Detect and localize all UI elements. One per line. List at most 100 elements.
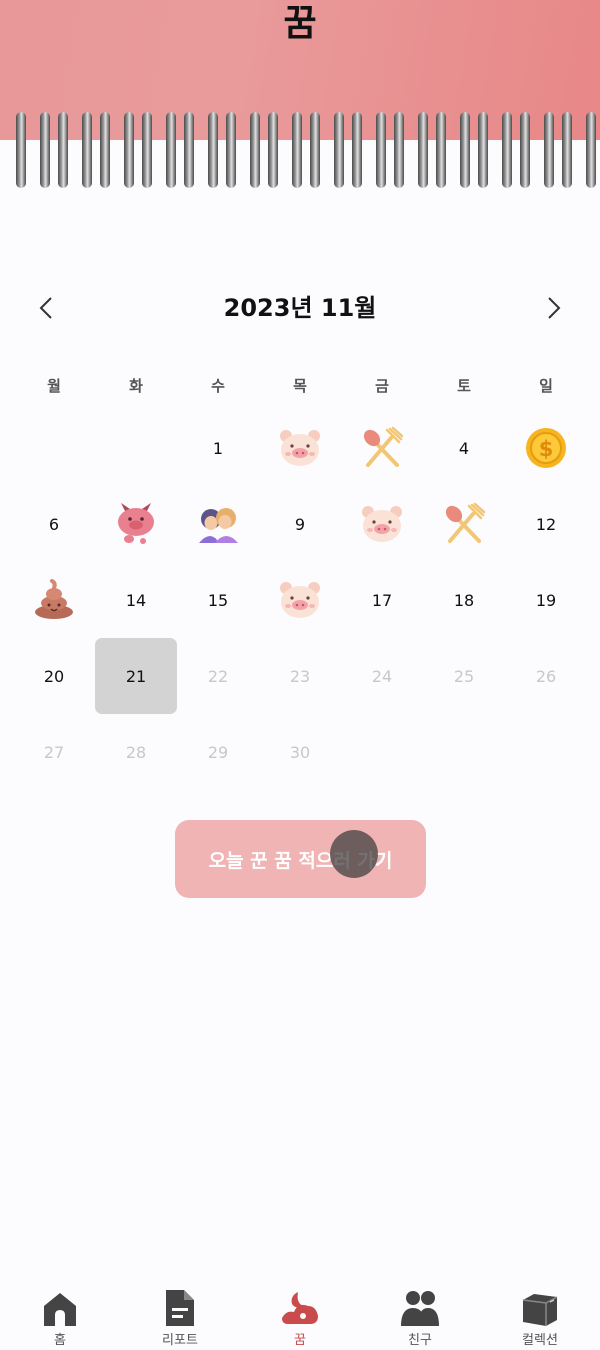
day-number: 9 bbox=[294, 514, 306, 534]
page-title: 꿈 bbox=[283, 3, 317, 44]
calendar-day[interactable]: 6 bbox=[13, 486, 95, 562]
binding-ring bbox=[478, 112, 512, 188]
nav-label: 리포트 bbox=[162, 1333, 198, 1348]
calendar-day[interactable] bbox=[341, 410, 423, 486]
calendar-day-future: 27 bbox=[13, 714, 95, 790]
calendar-day-future: 22 bbox=[177, 638, 259, 714]
pig-icon bbox=[277, 425, 323, 471]
calendar-day-future: 24 bbox=[341, 638, 423, 714]
weekday-label: 일 bbox=[539, 377, 553, 395]
calendar-day-future: 29 bbox=[177, 714, 259, 790]
calendar-day[interactable]: 9 bbox=[259, 486, 341, 562]
nav-item-report[interactable]: 리포트 bbox=[120, 1286, 240, 1349]
day-number: 6 bbox=[48, 514, 60, 534]
calendar-day[interactable]: 17 bbox=[341, 562, 423, 638]
calendar-day[interactable]: 20 bbox=[13, 638, 95, 714]
collection-icon bbox=[522, 1294, 558, 1326]
calendar-day[interactable] bbox=[177, 486, 259, 562]
calendar-day[interactable]: 14 bbox=[95, 562, 177, 638]
month-title: 2023년 11월 bbox=[223, 294, 377, 322]
calendar-day[interactable] bbox=[95, 486, 177, 562]
day-number: 12 bbox=[535, 514, 557, 534]
calendar-day[interactable] bbox=[13, 562, 95, 638]
binding-ring bbox=[268, 112, 302, 188]
dream-icon bbox=[282, 1292, 318, 1324]
pig-icon bbox=[277, 577, 323, 623]
friends-icon bbox=[401, 1291, 439, 1326]
calendar-day[interactable] bbox=[259, 410, 341, 486]
pig-icon bbox=[359, 501, 405, 547]
calendar-day[interactable] bbox=[505, 410, 587, 486]
coin-icon bbox=[523, 425, 569, 471]
fork-spoon-icon bbox=[441, 501, 487, 547]
day-number: 25 bbox=[453, 666, 475, 686]
binding-ring bbox=[310, 112, 344, 188]
calendar-day[interactable]: 4 bbox=[423, 410, 505, 486]
day-number: 26 bbox=[535, 666, 557, 686]
binding-ring bbox=[58, 112, 92, 188]
day-number: 4 bbox=[458, 438, 470, 458]
weekday-label: 월 bbox=[47, 377, 61, 395]
calendar-day-future: 30 bbox=[259, 714, 341, 790]
binding-ring bbox=[436, 112, 470, 188]
nav-label: 꿈 bbox=[294, 1333, 306, 1348]
day-number: 29 bbox=[207, 742, 229, 762]
binding-ring bbox=[394, 112, 428, 188]
write-dream-button[interactable]: 오늘 꾼 꿈 적으러 가기 bbox=[175, 820, 426, 898]
calendar-day-future: 28 bbox=[95, 714, 177, 790]
calendar-day-future: 25 bbox=[423, 638, 505, 714]
chevron-right-icon bbox=[548, 297, 561, 319]
calendar-day[interactable] bbox=[259, 562, 341, 638]
weekday-label: 목 bbox=[293, 377, 307, 395]
calendar-day[interactable]: 15 bbox=[177, 562, 259, 638]
next-month-button[interactable] bbox=[534, 285, 574, 331]
calendar-day[interactable] bbox=[423, 486, 505, 562]
home-icon bbox=[44, 1293, 76, 1326]
bottom-nav: 홈 리포트 꿈 친구 컬렉션 bbox=[0, 1286, 600, 1349]
calendar-day-future: 23 bbox=[259, 638, 341, 714]
calendar-day[interactable]: 18 bbox=[423, 562, 505, 638]
weekday-label: 금 bbox=[375, 377, 389, 395]
day-number: 1 bbox=[212, 438, 224, 458]
calendar-empty-cell bbox=[95, 410, 177, 486]
day-number: 17 bbox=[371, 590, 393, 610]
day-number: 20 bbox=[43, 666, 65, 686]
day-number: 22 bbox=[207, 666, 229, 686]
day-number: 30 bbox=[289, 742, 311, 762]
calendar-day[interactable]: 1 bbox=[177, 410, 259, 486]
calendar-day[interactable]: 12 bbox=[505, 486, 587, 562]
binding-ring bbox=[184, 112, 218, 188]
nav-item-dream[interactable]: 꿈 bbox=[240, 1286, 360, 1349]
month-navigator: 2023년 11월 bbox=[0, 285, 600, 331]
nav-label: 컬렉션 bbox=[522, 1333, 558, 1348]
calendar-day[interactable]: 19 bbox=[505, 562, 587, 638]
day-number: 23 bbox=[289, 666, 311, 686]
nav-item-home[interactable]: 홈 bbox=[0, 1286, 120, 1349]
pig-devil-icon bbox=[113, 501, 159, 547]
nav-label: 친구 bbox=[408, 1333, 432, 1348]
day-number: 27 bbox=[43, 742, 65, 762]
spiral-binding bbox=[0, 112, 600, 188]
calendar-day-selected[interactable]: 21 bbox=[95, 638, 177, 714]
poop-icon bbox=[31, 577, 77, 623]
calendar-day[interactable] bbox=[341, 486, 423, 562]
binding-ring bbox=[352, 112, 386, 188]
nav-item-friends[interactable]: 친구 bbox=[360, 1286, 480, 1349]
calendar-empty-cell bbox=[13, 410, 95, 486]
weekday-label: 토 bbox=[457, 377, 471, 395]
report-icon bbox=[166, 1290, 194, 1326]
binding-ring bbox=[16, 112, 50, 188]
nav-item-collection[interactable]: 컬렉션 bbox=[480, 1286, 600, 1349]
day-number: 18 bbox=[453, 590, 475, 610]
day-number: 28 bbox=[125, 742, 147, 762]
binding-ring bbox=[562, 112, 596, 188]
day-number: 24 bbox=[371, 666, 393, 686]
binding-ring bbox=[226, 112, 260, 188]
weekday-label: 화 bbox=[129, 377, 143, 395]
day-number: 14 bbox=[125, 590, 147, 610]
binding-ring bbox=[520, 112, 554, 188]
binding-ring bbox=[142, 112, 176, 188]
nav-label: 홈 bbox=[54, 1333, 66, 1348]
day-number: 21 bbox=[125, 666, 147, 686]
weekday-header: 월 화 수 목 금 토 일 bbox=[13, 375, 587, 396]
